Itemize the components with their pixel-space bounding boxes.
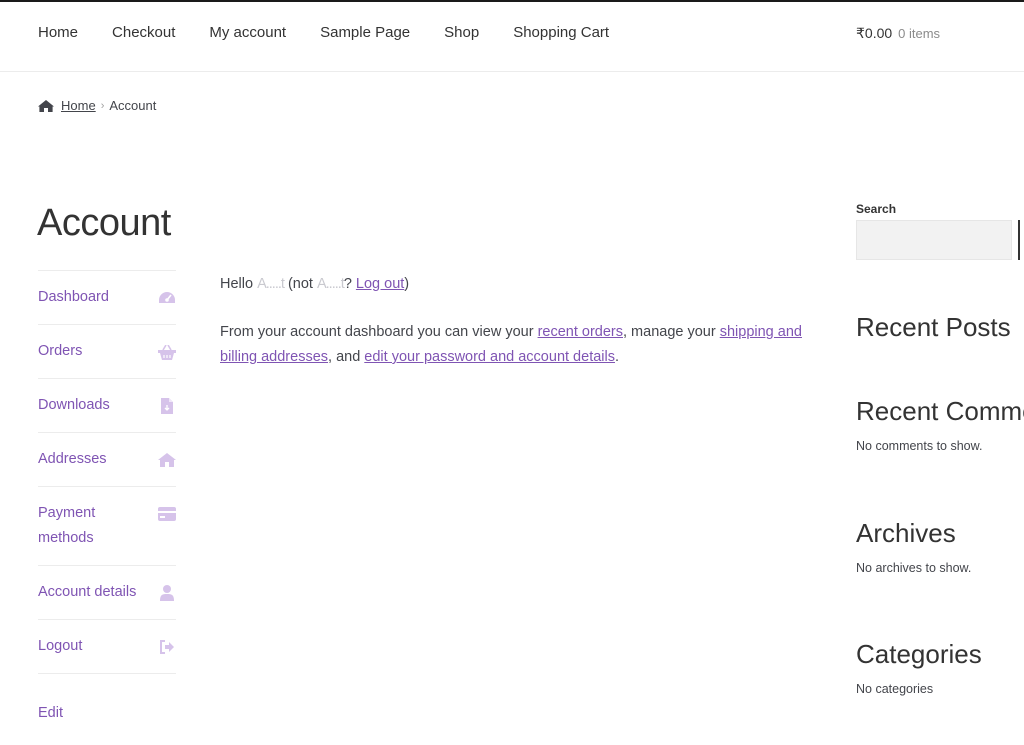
greeting-paragraph: Hello A.....t (not A.....t? Log out)	[220, 272, 820, 297]
search-label: Search	[856, 202, 897, 216]
intro-text: .	[614, 349, 620, 365]
archives-widget: Archives No archives to show.	[856, 518, 971, 575]
account-nav-label: Edit	[38, 705, 63, 721]
account-dashboard-content: Hello A.....t (not A.....t? Log out) Fro…	[220, 272, 820, 370]
primary-menu: Home Checkout My account Sample Page Sho…	[38, 24, 643, 41]
account-nav-dashboard[interactable]: Dashboard	[38, 271, 176, 325]
greeting-username: A.....t	[257, 276, 285, 292]
search-button[interactable]	[1018, 220, 1024, 260]
account-nav-label: Downloads	[38, 397, 110, 413]
account-nav-edit[interactable]: Edit	[38, 674, 176, 734]
cart-amount: ₹0.00	[856, 25, 893, 41]
intro-text: From your account dashboard you can view…	[220, 324, 538, 340]
account-navigation: Dashboard Orders Downloads Addresses Pay…	[38, 270, 176, 734]
intro-text: , and	[328, 349, 365, 365]
account-nav-logout[interactable]: Logout	[38, 620, 176, 674]
home-icon	[158, 452, 176, 468]
recent-orders-link[interactable]: recent orders	[538, 324, 623, 340]
search-input[interactable]	[856, 220, 1013, 260]
greeting-not: (not	[283, 276, 317, 292]
greeting-not-username: A.....t	[316, 276, 345, 292]
account-nav-label: Payment methods	[38, 505, 96, 546]
recent-comments-widget: Recent Comments No comments to show.	[856, 396, 1024, 453]
nav-home-link[interactable]: Home	[38, 24, 78, 41]
breadcrumb-home-link[interactable]: Home	[61, 98, 96, 113]
sign-out-icon	[158, 639, 176, 655]
credit-card-icon	[158, 506, 176, 522]
home-icon	[38, 99, 54, 112]
dashboard-icon	[158, 290, 176, 306]
account-nav-orders[interactable]: Orders	[38, 325, 176, 379]
breadcrumb-separator: ›	[100, 99, 105, 112]
breadcrumb-current: Account	[109, 98, 157, 113]
breadcrumb: Home › Account	[38, 98, 156, 113]
file-icon	[158, 398, 176, 414]
greeting-close: )	[404, 276, 410, 292]
archives-text: No archives to show.	[856, 561, 972, 575]
cart-count: 0 items	[898, 26, 941, 41]
account-nav-account-details[interactable]: Account details	[38, 566, 176, 620]
nav-shop-link[interactable]: Shop	[444, 24, 479, 41]
dashboard-intro-paragraph: From your account dashboard you can view…	[220, 320, 820, 370]
intro-text: , manage your	[623, 324, 720, 340]
account-nav-label: Orders	[38, 343, 83, 359]
greeting-question: ?	[343, 276, 356, 292]
account-nav-label: Logout	[38, 638, 83, 654]
user-icon	[158, 585, 176, 601]
account-nav-addresses[interactable]: Addresses	[38, 433, 176, 487]
logout-link[interactable]: Log out	[356, 276, 404, 292]
recent-posts-title: Recent Posts	[856, 312, 1011, 342]
archives-title: Archives	[856, 518, 956, 548]
account-nav-payment-methods[interactable]: Payment methods	[38, 487, 176, 566]
categories-title: Categories	[856, 639, 982, 669]
search-widget	[856, 220, 1024, 260]
account-details-link[interactable]: edit your password and account details	[364, 349, 615, 365]
account-nav-label: Addresses	[38, 451, 107, 467]
recent-posts-widget: Recent Posts	[856, 312, 1011, 343]
nav-my-account-link[interactable]: My account	[209, 24, 286, 41]
nav-checkout-link[interactable]: Checkout	[112, 24, 175, 41]
nav-shopping-cart-link[interactable]: Shopping Cart	[513, 24, 609, 41]
header-cart[interactable]: ₹0.00 0 items	[856, 25, 940, 42]
page-title: Account	[37, 202, 171, 244]
account-nav-downloads[interactable]: Downloads	[38, 379, 176, 433]
sidebar: Search Recent Posts Recent Comments No c…	[856, 202, 1024, 696]
recent-comments-text: No comments to show.	[856, 439, 983, 453]
nav-sample-page-link[interactable]: Sample Page	[320, 24, 410, 41]
account-nav-label: Dashboard	[38, 289, 109, 305]
basket-icon	[158, 344, 176, 360]
account-nav-label: Account details	[38, 584, 137, 600]
greeting-hello: Hello	[220, 276, 258, 292]
categories-widget: Categories No categories	[856, 639, 982, 696]
top-navigation: Home Checkout My account Sample Page Sho…	[0, 2, 1024, 72]
recent-comments-title: Recent Comments	[856, 396, 1024, 426]
categories-text: No categories	[856, 682, 934, 696]
